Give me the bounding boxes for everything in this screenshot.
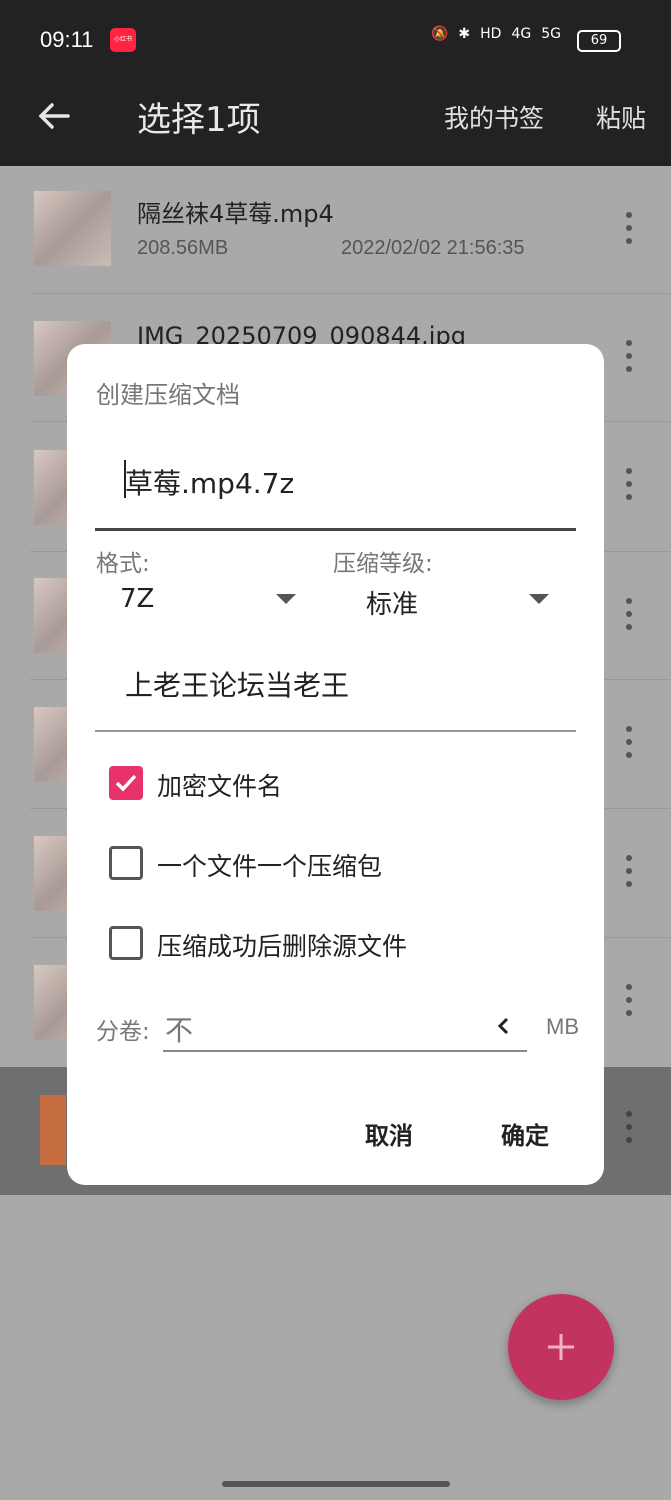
top-app-bar: 选择1项 我的书签 粘贴 <box>0 82 671 166</box>
status-time: 09:11 <box>40 27 94 52</box>
file-name: 隔丝袜4草莓.mp4 <box>137 200 334 228</box>
more-options-icon[interactable] <box>620 984 638 1024</box>
more-options-icon[interactable] <box>620 598 638 638</box>
app-notification-icon: 小红书 <box>110 28 136 52</box>
delete-source-label: 压缩成功后删除源文件 <box>157 932 408 961</box>
encrypt-filenames-label: 加密文件名 <box>157 772 283 801</box>
battery-icon: 69 <box>577 30 621 52</box>
password-value: 上老王论坛当老王 <box>125 669 350 702</box>
more-options-icon[interactable] <box>620 468 638 508</box>
check-icon <box>115 774 137 792</box>
level-dropdown-icon[interactable] <box>529 594 549 604</box>
one-archive-per-file-checkbox[interactable] <box>109 846 143 880</box>
mute-icon: 🔕 <box>430 26 449 42</box>
chevron-left-icon[interactable] <box>495 1016 511 1036</box>
status-icons: 🔕 ✱ HD 4G 5G <box>431 26 561 42</box>
archive-file-icon <box>40 1095 66 1165</box>
encrypt-filenames-checkbox[interactable] <box>109 766 143 800</box>
volume-label: 分卷: <box>96 1019 150 1045</box>
password-input[interactable]: 上老王论坛当老王 <box>95 644 576 732</box>
format-select[interactable]: 7Z <box>120 584 154 614</box>
cancel-button[interactable]: 取消 <box>365 1116 413 1151</box>
list-item[interactable]: 隔丝袜4草莓.mp4 208.56MB 2022/02/02 21:56:35 <box>0 166 671 294</box>
paste-button[interactable]: 粘贴 <box>596 99 646 135</box>
file-size: 208.56MB <box>137 237 229 259</box>
status-bar: 09:11 小红书 🔕 ✱ HD 4G 5G 69 <box>0 0 671 82</box>
delete-source-checkbox[interactable] <box>109 926 143 960</box>
compression-level-select[interactable]: 标准 <box>366 584 418 621</box>
one-archive-per-file-label: 一个文件一个压缩包 <box>157 852 383 881</box>
archive-name-input[interactable]: 草莓.mp4.7z <box>95 442 576 531</box>
file-thumbnail <box>34 191 111 266</box>
more-options-icon[interactable] <box>620 1111 638 1151</box>
signal-5g-icon: 5G <box>541 26 561 42</box>
dialog-title: 创建压缩文档 <box>96 381 240 409</box>
bluetooth-icon: ✱ <box>458 26 471 42</box>
more-options-icon[interactable] <box>620 855 638 895</box>
plus-icon <box>548 1334 574 1360</box>
more-options-icon[interactable] <box>620 212 638 252</box>
home-indicator[interactable] <box>222 1481 450 1487</box>
hd-icon: HD <box>480 26 502 42</box>
text-cursor <box>124 460 126 498</box>
volume-size-input[interactable]: 不 <box>163 1004 527 1052</box>
bookmarks-button[interactable]: 我的书签 <box>444 99 544 135</box>
confirm-button[interactable]: 确定 <box>501 1116 549 1151</box>
volume-size-value: 不 <box>165 1014 194 1047</box>
more-options-icon[interactable] <box>620 340 638 380</box>
back-arrow-icon[interactable] <box>34 96 74 136</box>
create-archive-dialog: 创建压缩文档 草莓.mp4.7z 格式: 7Z 压缩等级: 标准 上老王论坛当老… <box>67 344 604 1185</box>
page-title: 选择1项 <box>137 100 261 140</box>
volume-unit: MB <box>546 1014 579 1039</box>
signal-4g-icon: 4G <box>511 26 532 42</box>
compression-level-label: 压缩等级: <box>333 551 433 577</box>
more-options-icon[interactable] <box>620 726 638 766</box>
archive-name-value: 草莓.mp4.7z <box>125 467 295 500</box>
format-dropdown-icon[interactable] <box>276 594 296 604</box>
file-date: 2022/02/02 21:56:35 <box>341 237 525 259</box>
add-fab-button[interactable] <box>508 1294 614 1400</box>
format-label: 格式: <box>96 551 150 577</box>
